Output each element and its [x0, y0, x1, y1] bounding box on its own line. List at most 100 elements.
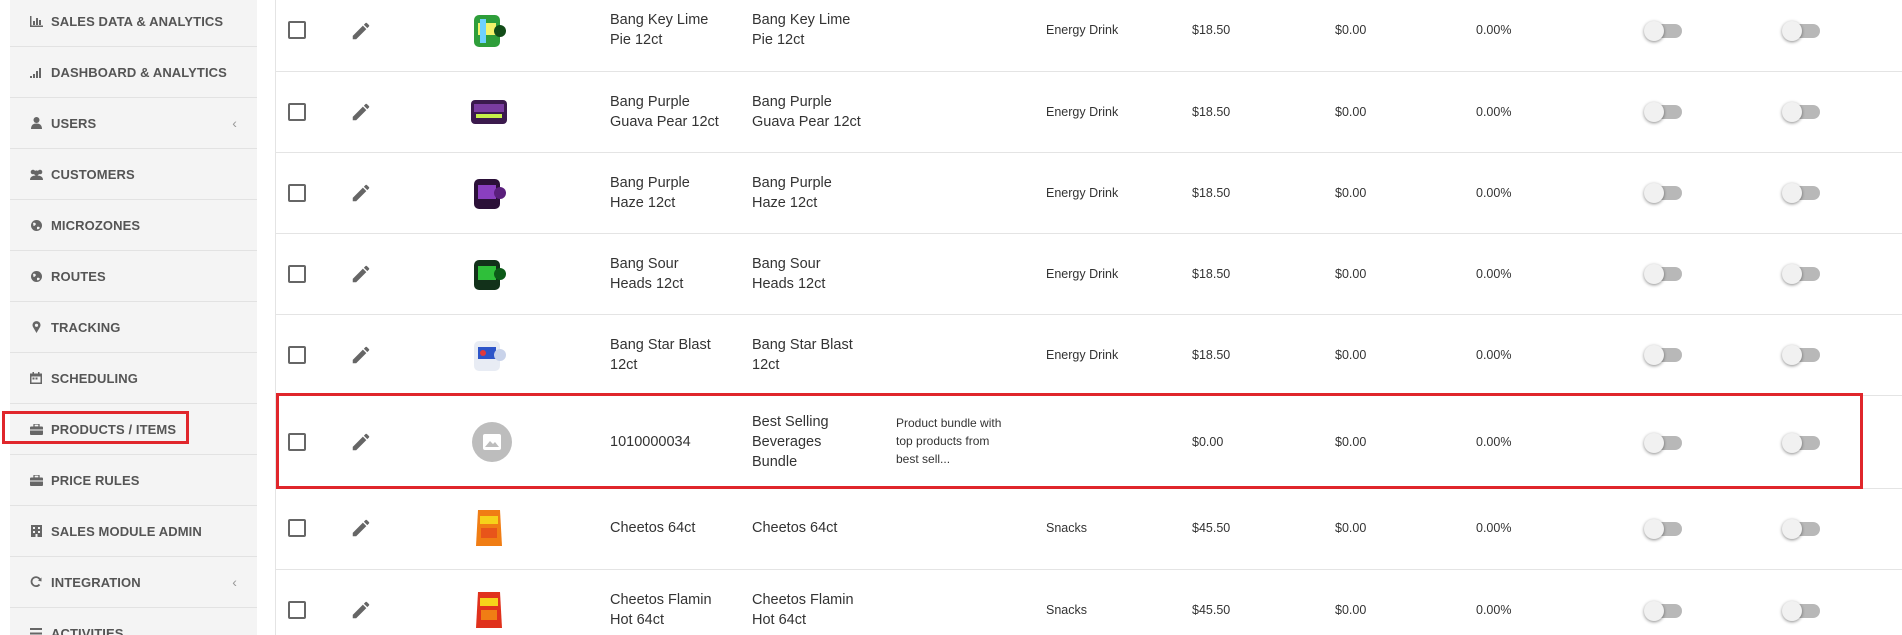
product-category: Energy Drink — [1046, 348, 1119, 362]
edit-pencil-icon[interactable] — [350, 263, 372, 285]
table-row[interactable]: Cheetos Flamin Hot 64ct Cheetos Flamin Hot… — [276, 570, 1902, 635]
sidebar-item-price-rules[interactable]: PRICE RULES — [10, 455, 257, 506]
product-price: $18.50 — [1192, 348, 1231, 362]
toggle-switch[interactable] — [1782, 601, 1820, 621]
purple-can-icon — [474, 179, 506, 209]
product-price: $18.50 — [1192, 186, 1231, 200]
product-discount: $0.00 — [1335, 521, 1367, 535]
table-row[interactable]: Cheetos 64ct Cheetos 64ct Snacks $45.50 … — [276, 489, 1902, 570]
product-discount: $0.00 — [1335, 267, 1367, 281]
product-category: Snacks — [1046, 521, 1087, 535]
user-icon — [28, 117, 44, 129]
toggle-switch[interactable] — [1644, 102, 1682, 122]
product-code: Bang Purple Haze 12ct — [610, 175, 690, 211]
products-items-highlight — [2, 411, 189, 444]
sidebar-item-label: SALES DATA & ANALYTICS — [51, 13, 224, 29]
sidebar: SALES DATA & ANALYTICS DASHBOARD & ANALY… — [0, 0, 265, 635]
product-name: Bang Key Lime Pie 12ct — [752, 12, 851, 48]
row-checkbox[interactable] — [288, 519, 306, 537]
table-row[interactable]: Bang Purple Guava Pear 12ct Bang Purple Gu… — [276, 72, 1902, 153]
sidebar-item-users[interactable]: USERS ‹ — [10, 98, 257, 149]
sidebar-item-label: ACTIVITIES — [51, 625, 124, 635]
product-discount: $0.00 — [1335, 348, 1367, 362]
sidebar-item-label: USERS — [51, 115, 97, 131]
orange-bag-icon — [476, 510, 502, 546]
row-checkbox[interactable] — [288, 184, 306, 202]
row-checkbox[interactable] — [288, 601, 306, 619]
product-price: $18.50 — [1192, 267, 1231, 281]
row-checkbox[interactable] — [288, 265, 306, 283]
globe-icon — [28, 270, 44, 282]
calendar-icon — [28, 372, 44, 384]
toggle-switch[interactable] — [1644, 519, 1682, 539]
sidebar-item-sales-data[interactable]: SALES DATA & ANALYTICS — [10, 0, 257, 47]
toggle-switch[interactable] — [1782, 183, 1820, 203]
product-price: $45.50 — [1192, 603, 1231, 617]
toggle-switch[interactable] — [1782, 264, 1820, 284]
toggle-switch[interactable] — [1782, 519, 1820, 539]
product-percent: 0.00% — [1476, 603, 1512, 617]
table-row[interactable]: Bang Purple Haze 12ct Bang Purple Haze 12c… — [276, 153, 1902, 234]
users-icon — [28, 169, 44, 180]
sidebar-item-integration[interactable]: INTEGRATION ‹ — [10, 557, 257, 608]
product-percent: 0.00% — [1476, 521, 1512, 535]
product-discount: $0.00 — [1335, 23, 1367, 37]
edit-pencil-icon[interactable] — [350, 344, 372, 366]
edit-pencil-icon[interactable] — [350, 182, 372, 204]
product-code: Cheetos Flamin Hot 64ct — [610, 592, 712, 628]
toggle-switch[interactable] — [1644, 601, 1682, 621]
product-code: Bang Purple Guava Pear 12ct — [610, 94, 719, 130]
sidebar-item-dashboard[interactable]: DASHBOARD & ANALYTICS — [10, 47, 257, 98]
table-row[interactable]: Bang Key Lime Pie 12ct Bang Key Lime Pie 1… — [276, 0, 1902, 72]
toggle-switch[interactable] — [1644, 264, 1682, 284]
toggle-switch[interactable] — [1644, 345, 1682, 365]
toggle-switch[interactable] — [1644, 183, 1682, 203]
green-can-icon — [474, 260, 506, 290]
product-discount: $0.00 — [1335, 105, 1367, 119]
toggle-switch[interactable] — [1782, 102, 1820, 122]
table-row[interactable]: Bang Star Blast 12ct Bang Star Blast 12ct … — [276, 315, 1902, 396]
edit-pencil-icon[interactable] — [350, 101, 372, 123]
product-discount: $0.00 — [1335, 603, 1367, 617]
signal-bars-icon — [28, 67, 44, 78]
row-checkbox[interactable] — [288, 346, 306, 364]
bundle-row-highlight — [276, 393, 1863, 489]
briefcase-icon — [28, 474, 44, 486]
sidebar-item-label: MICROZONES — [51, 217, 141, 233]
edit-pencil-icon[interactable] — [350, 517, 372, 539]
row-checkbox[interactable] — [288, 103, 306, 121]
product-percent: 0.00% — [1476, 105, 1512, 119]
product-percent: 0.00% — [1476, 348, 1512, 362]
sidebar-item-scheduling[interactable]: SCHEDULING — [10, 353, 257, 404]
blue-can-icon — [474, 341, 506, 371]
building-icon — [28, 525, 44, 537]
sidebar-item-label: ROUTES — [51, 268, 106, 284]
sidebar-item-label: SCHEDULING — [51, 370, 138, 386]
bar-chart-icon — [28, 15, 44, 27]
product-price: $18.50 — [1192, 105, 1231, 119]
sidebar-item-tracking[interactable]: TRACKING — [10, 302, 257, 353]
sidebar-item-customers[interactable]: CUSTOMERS — [10, 149, 257, 200]
sidebar-item-routes[interactable]: ROUTES — [10, 251, 257, 302]
product-name: Cheetos 64ct — [752, 520, 838, 536]
product-discount: $0.00 — [1335, 186, 1367, 200]
product-percent: 0.00% — [1476, 267, 1512, 281]
sidebar-item-label: PRICE RULES — [51, 472, 140, 488]
toggle-switch[interactable] — [1782, 345, 1820, 365]
refresh-icon — [28, 576, 44, 588]
sidebar-item-microzones[interactable]: MICROZONES — [10, 200, 257, 251]
row-checkbox[interactable] — [288, 21, 306, 39]
sidebar-item-sales-module-admin[interactable]: SALES MODULE ADMIN — [10, 506, 257, 557]
edit-pencil-icon[interactable] — [350, 20, 372, 42]
toggle-switch[interactable] — [1782, 21, 1820, 41]
product-price: $45.50 — [1192, 521, 1231, 535]
edit-pencil-icon[interactable] — [350, 599, 372, 621]
product-code: Bang Key Lime Pie 12ct — [610, 12, 709, 48]
green-can-icon — [474, 15, 506, 47]
product-category: Energy Drink — [1046, 267, 1119, 281]
product-category: Energy Drink — [1046, 105, 1119, 119]
table-row[interactable]: Bang Sour Heads 12ct Bang Sour Heads 12ct … — [276, 234, 1902, 315]
toggle-switch[interactable] — [1644, 21, 1682, 41]
chevron-left-icon: ‹ — [232, 115, 237, 131]
sidebar-item-activities[interactable]: ACTIVITIES — [10, 608, 257, 635]
